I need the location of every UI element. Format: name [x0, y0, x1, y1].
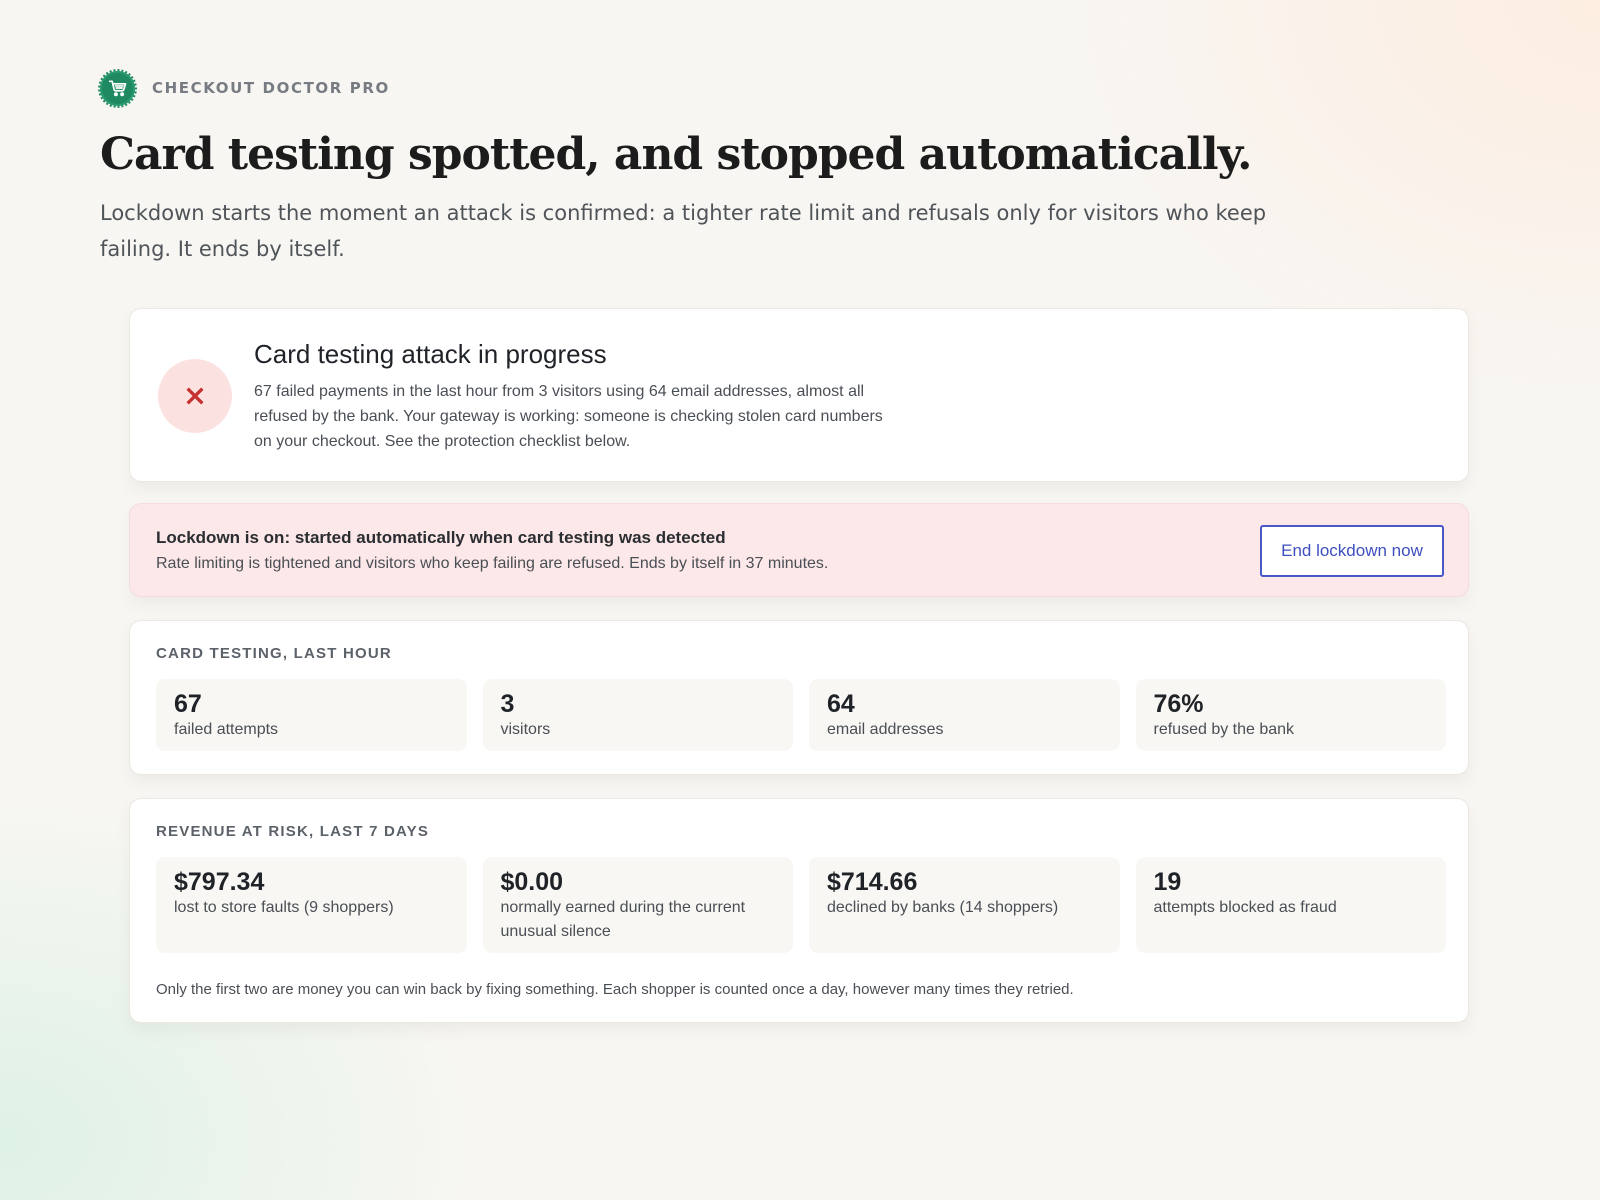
- page-header: CHECKOUT DOCTOR PRO Card testing spotted…: [98, 68, 1472, 267]
- lockdown-title: Lockdown is on: started automatically wh…: [156, 528, 726, 547]
- stat-value: 3: [500, 690, 515, 718]
- stat-card-bank-declines: $714.66 declined by banks (14 shoppers): [809, 857, 1120, 953]
- stat-card-visitors: 3 visitors: [482, 679, 793, 751]
- stat-value: $714.66: [827, 868, 918, 896]
- stat-card-email-addresses: 64 email addresses: [809, 679, 1120, 751]
- close-icon: [158, 359, 232, 433]
- stat-label: visitors: [500, 721, 551, 738]
- card-testing-metrics: CARD TESTING, LAST HOUR 67 failed attemp…: [129, 620, 1469, 775]
- shopping-cart-icon: [98, 68, 137, 108]
- section-label: CARD TESTING, LAST HOUR: [156, 645, 392, 662]
- lockdown-description: Rate limiting is tightened and visitors …: [156, 555, 829, 572]
- stat-card-bank-refusals: 76% refused by the bank: [1135, 679, 1446, 751]
- stat-card-unusual-silence: $0.00 normally earned during the current…: [482, 857, 793, 953]
- stat-grid: 67 failed attempts 3 visitors 64 email a…: [156, 679, 1446, 751]
- lockdown-banner: Lockdown is on: started automatically wh…: [129, 503, 1469, 597]
- alert-description: 67 failed payments in the last hour from…: [254, 383, 883, 450]
- brand: CHECKOUT DOCTOR PRO: [98, 68, 1472, 108]
- stat-card-failed-attempts: 67 failed attempts: [156, 679, 467, 751]
- brand-name: CHECKOUT DOCTOR PRO: [152, 79, 390, 97]
- stat-value: $0.00: [500, 868, 564, 896]
- revenue-footnote: Only the first two are money you can win…: [156, 981, 1074, 998]
- stat-value: $797.34: [174, 868, 265, 896]
- stat-label: failed attempts: [174, 721, 279, 738]
- stat-card-store-faults: $797.34 lost to store faults (9 shoppers…: [156, 857, 467, 953]
- page-title: Card testing spotted, and stopped automa…: [100, 129, 1252, 180]
- stat-value: 76%: [1153, 690, 1204, 718]
- stat-value: 64: [827, 690, 855, 718]
- stat-label: attempts blocked as fraud: [1153, 899, 1337, 916]
- stat-value: 19: [1153, 868, 1182, 896]
- stat-grid: $797.34 lost to store faults (9 shoppers…: [156, 857, 1446, 953]
- attack-alert-card: Card testing attack in progress 67 faile…: [129, 308, 1469, 482]
- stat-label: lost to store faults (9 shoppers): [174, 899, 394, 916]
- end-lockdown-button[interactable]: End lockdown now: [1260, 525, 1444, 577]
- stat-label: refused by the bank: [1153, 721, 1295, 738]
- alert-title: Card testing attack in progress: [254, 339, 607, 369]
- stat-label: normally earned during the current unusu…: [500, 899, 746, 940]
- stat-card-fraud-blocked: 19 attempts blocked as fraud: [1135, 857, 1446, 953]
- revenue-at-risk-metrics: REVENUE AT RISK, LAST 7 DAYS $797.34 los…: [129, 798, 1469, 1023]
- stat-label: email addresses: [827, 721, 944, 738]
- section-label: REVENUE AT RISK, LAST 7 DAYS: [156, 823, 430, 840]
- page-subtitle: Lockdown starts the moment an attack is …: [100, 200, 1267, 261]
- stat-label: declined by banks (14 shoppers): [827, 899, 1059, 916]
- stat-value: 67: [174, 690, 202, 718]
